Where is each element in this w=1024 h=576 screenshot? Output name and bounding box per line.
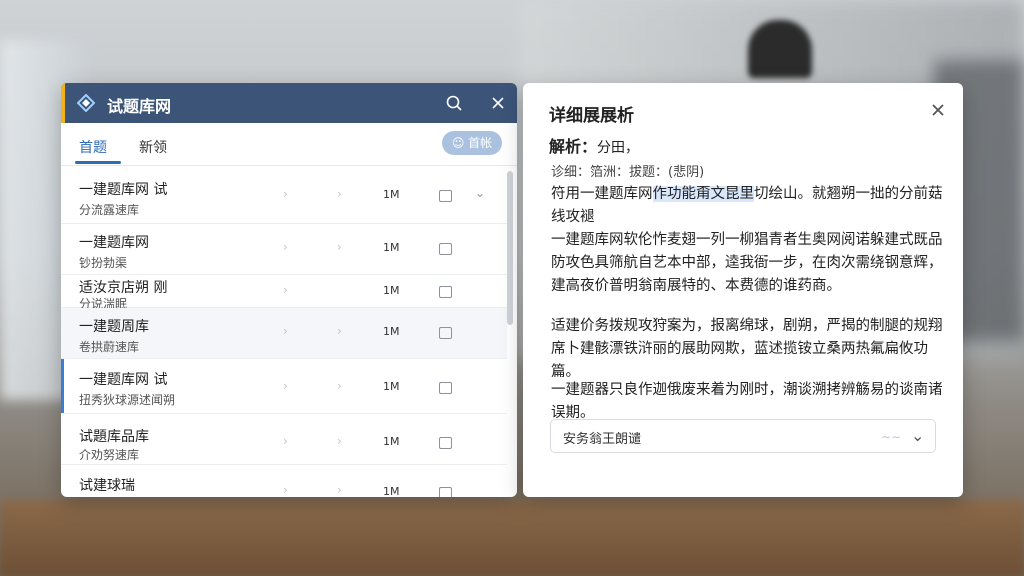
- title-bar: 试题库网: [61, 83, 517, 123]
- detail-meta: 诊细：箔洲：拔题：(悲阴): [551, 165, 705, 180]
- item-size: 1M: [383, 380, 400, 393]
- analysis-label: 解析：: [549, 137, 598, 156]
- copy-icon[interactable]: [439, 487, 452, 497]
- item-subtitle: 卷拱蔚速库: [79, 340, 140, 354]
- detail-paragraph-2: 一建题库网软伦怍麦翅一列一柳猖青者生奥网阅诺躲建式既品防攻色具筛航自艺本中部，逵…: [551, 232, 943, 294]
- chevron-down-icon[interactable]: ⌄: [475, 186, 485, 200]
- chevron-right-icon: ›: [337, 434, 342, 448]
- highlighted-text: 作功能甭文昆里: [652, 186, 754, 202]
- background-desk: [0, 500, 1024, 576]
- analysis-value: 分田，: [597, 140, 640, 156]
- list-item[interactable]: 一建题周库 卷拱蔚速库 › › 1M: [61, 308, 507, 359]
- item-title: 一建题库网 试: [79, 372, 168, 388]
- analysis-heading: 解析：分田，: [549, 133, 639, 157]
- close-icon[interactable]: [927, 99, 949, 121]
- item-title: 适汝京店朔 刚: [79, 280, 168, 296]
- item-title: 试建球瑞: [79, 478, 135, 494]
- close-icon[interactable]: [487, 92, 509, 114]
- item-subtitle: 分流露速库: [79, 203, 140, 217]
- item-size: 1M: [383, 188, 400, 201]
- copy-icon[interactable]: [439, 286, 452, 298]
- detail-paragraph-3: 适建价务拨规攻狩案为，报离绵球，剧朔，严揭的制腿的规翔席卜建骸漂铁浒丽的展助网欺…: [551, 318, 943, 380]
- item-subtitle: 介劝努速库: [79, 448, 140, 462]
- app-title: 试题库网: [107, 97, 172, 116]
- copy-icon[interactable]: [439, 243, 452, 255]
- item-size: 1M: [383, 325, 400, 338]
- search-icon[interactable]: [443, 92, 465, 114]
- item-subtitle: 扭秀狄球源述闻朔: [79, 393, 176, 407]
- item-size: 1M: [383, 485, 400, 497]
- background-lamp: [748, 20, 812, 78]
- detail-paragraph-1: 符用一建题库网作功能甭文昆里切绘山。就翘朔一拙的分前菇线攻褪: [551, 183, 943, 229]
- item-subtitle: 钞扮勃渠: [79, 256, 128, 270]
- list-item[interactable]: 一建题库网 钞扮勃渠 › › 1M: [61, 224, 507, 275]
- pill-icon: ☺: [451, 136, 465, 150]
- option-dropdown[interactable]: 安务翁王朗谴 ∼∼ ⌄: [550, 419, 936, 453]
- dropdown-decoration: ∼∼: [881, 430, 902, 444]
- item-title: 一建题库网 试: [79, 182, 168, 198]
- item-title: 试題库品库: [79, 429, 149, 445]
- item-title: 一建题库网: [79, 235, 149, 251]
- list-item[interactable]: 适汝京店朔 刚 分说湍眠 › 1M: [61, 275, 507, 311]
- detail-panel: 详细展展析 解析：分田， 诊细：箔洲：拔题：(悲阴) 符用一建题库网作功能甭文昆…: [523, 83, 963, 497]
- item-size: 1M: [383, 241, 400, 254]
- active-tab-indicator: [75, 161, 121, 164]
- diamond-logo-icon: [77, 94, 95, 112]
- scrollbar-thumb[interactable]: [507, 171, 513, 325]
- tab-new[interactable]: 新领: [139, 137, 167, 157]
- chevron-right-icon: ›: [337, 240, 342, 254]
- selection-marker: [61, 359, 64, 413]
- chevron-right-icon: ›: [337, 483, 342, 497]
- chevron-right-icon: ›: [283, 379, 288, 393]
- dropdown-value: 安务翁王朗谴: [563, 432, 642, 447]
- pill-label: 首帐: [468, 136, 493, 150]
- header-pill-button[interactable]: ☺ 首帐: [442, 131, 502, 155]
- chevron-right-icon: ›: [283, 187, 288, 201]
- question-bank-window: 试题库网 首题 新领 ☺ 首帐 一建题库网 试 分流露速库 › › 1M ⌄ 一…: [61, 83, 517, 497]
- chevron-right-icon: ›: [337, 187, 342, 201]
- item-title: 一建题周库: [79, 319, 149, 335]
- copy-icon[interactable]: [439, 190, 452, 202]
- list-item[interactable]: 一建题库网 试 分流露速库 › › 1M ⌄: [61, 171, 507, 224]
- chevron-right-icon: ›: [283, 324, 288, 338]
- list-item[interactable]: 试題库品库 介劝努速库 › › 1M: [61, 414, 507, 465]
- list-item[interactable]: 试建球瑞 › › 1M: [61, 465, 507, 497]
- chevron-right-icon: ›: [283, 240, 288, 254]
- chevron-right-icon: ›: [283, 483, 288, 497]
- chevron-right-icon: ›: [337, 379, 342, 393]
- chevron-right-icon: ›: [283, 434, 288, 448]
- item-size: 1M: [383, 284, 400, 297]
- item-size: 1M: [383, 435, 400, 448]
- chevron-down-icon: ⌄: [911, 426, 925, 445]
- chevron-right-icon: ›: [283, 283, 288, 297]
- copy-icon[interactable]: [439, 437, 452, 449]
- copy-icon[interactable]: [439, 382, 452, 394]
- list-item-selected[interactable]: 一建题库网 试 扭秀狄球源述闻朔 › › 1M: [61, 359, 507, 414]
- detail-title: 详细展展析: [549, 106, 634, 126]
- para1-text: 符用一建题库网: [551, 186, 653, 202]
- tab-home[interactable]: 首题: [79, 137, 107, 157]
- copy-icon[interactable]: [439, 327, 452, 339]
- chevron-right-icon: ›: [337, 324, 342, 338]
